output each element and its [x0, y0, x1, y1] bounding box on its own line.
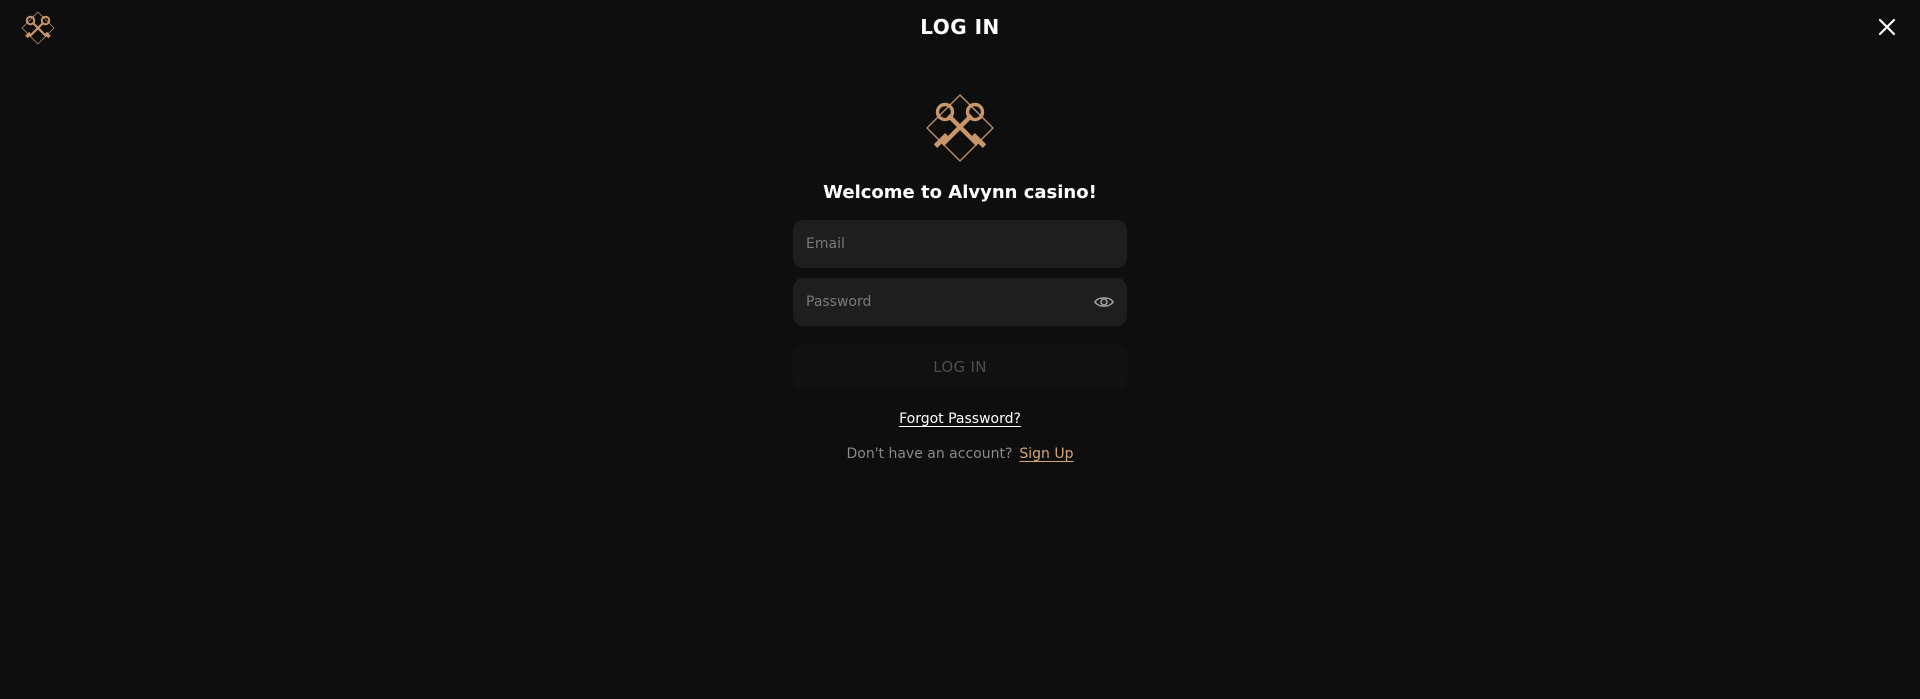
welcome-heading: Welcome to Alvynn casino!: [823, 182, 1097, 203]
eye-icon[interactable]: [1093, 291, 1115, 313]
signup-row: Don't have an account? Sign Up: [846, 446, 1073, 462]
close-icon: [1878, 18, 1896, 36]
email-input[interactable]: [793, 220, 1127, 268]
login-form: Welcome to Alvynn casino! LOG IN Forgot …: [793, 92, 1127, 462]
page-title: LOG IN: [920, 15, 1000, 39]
password-field-container: [793, 278, 1127, 326]
signup-prompt: Don't have an account?: [846, 446, 1013, 462]
close-button[interactable]: [1874, 14, 1900, 40]
crossed-keys-icon: [924, 92, 996, 164]
password-input[interactable]: [793, 278, 1127, 326]
email-field-container: [793, 220, 1127, 268]
signup-link[interactable]: Sign Up: [1019, 446, 1073, 462]
login-button[interactable]: LOG IN: [793, 344, 1127, 390]
forgot-password-link[interactable]: Forgot Password?: [899, 411, 1021, 427]
login-page: LOG IN Welcome to Alvynn casino! Email L…: [0, 0, 1920, 699]
